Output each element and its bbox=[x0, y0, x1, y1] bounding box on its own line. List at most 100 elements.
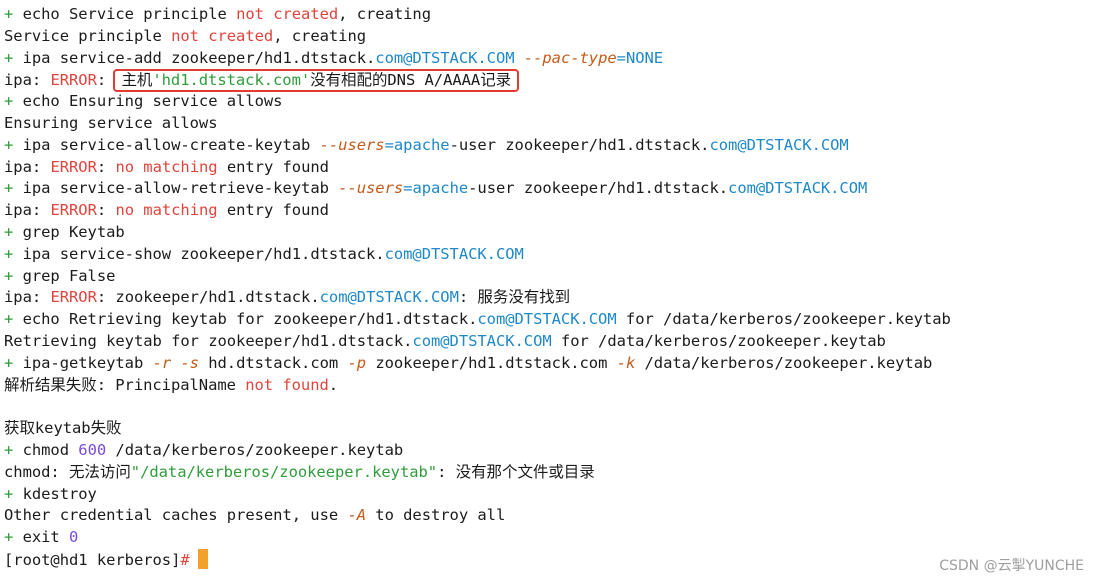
terminal-text: ipa service-allow-create-keytab bbox=[22, 135, 320, 154]
terminal-line: chmod: 无法访问"/data/kerberos/zookeeper.key… bbox=[4, 462, 1094, 484]
terminal-text: 解析结果失败: PrincipalName bbox=[4, 375, 246, 394]
terminal-text: Retrieving keytab for zookeeper/hd1.dtst… bbox=[4, 331, 413, 350]
terminal-text: , creating bbox=[273, 26, 367, 45]
terminal-text: 获取keytab失败 bbox=[4, 419, 122, 438]
terminal-text: to destroy all bbox=[366, 506, 506, 525]
terminal-line: ipa: ERROR: 主机'hd1.dtstack.com'没有相配的DNS … bbox=[4, 69, 1094, 93]
terminal-line: Ensuring service allows bbox=[4, 113, 1094, 135]
terminal-text: ipa-getkeytab bbox=[22, 353, 153, 372]
terminal-text: /data/kerberos/zookeeper.keytab bbox=[106, 440, 404, 459]
terminal-text: exit bbox=[22, 528, 69, 547]
terminal-text: 主机 bbox=[121, 71, 153, 90]
terminal-text: + bbox=[4, 48, 23, 67]
terminal-text: Ensuring service allows bbox=[4, 113, 218, 132]
terminal-text: : 没有那个文件或目录 bbox=[437, 462, 595, 481]
terminal-text: com@DTSTACK.COM bbox=[709, 135, 849, 154]
terminal-text: com@DTSTACK.COM bbox=[412, 331, 552, 350]
terminal-text: echo Retrieving keytab for zookeeper/hd1… bbox=[22, 310, 478, 329]
terminal-text: com@DTSTACK.COM bbox=[728, 179, 868, 198]
terminal-text: grep False bbox=[22, 266, 116, 285]
terminal-line: ipa: ERROR: zookeeper/hd1.dtstack.com@DT… bbox=[4, 287, 1094, 309]
shell-prompt: [root@hd1 kerberos]# bbox=[4, 548, 1094, 571]
terminal-text: =apache bbox=[384, 135, 450, 154]
terminal-text: --users bbox=[338, 179, 404, 198]
terminal-text: =NONE bbox=[616, 48, 664, 67]
terminal-line: 获取keytab失败 bbox=[4, 418, 1094, 440]
terminal-text: + bbox=[4, 353, 23, 372]
terminal-text: no matching bbox=[115, 157, 218, 176]
terminal-text: Other credential caches present, use bbox=[4, 506, 348, 525]
terminal-line: + echo Retrieving keytab for zookeeper/h… bbox=[4, 309, 1094, 331]
terminal-text: : bbox=[96, 157, 116, 176]
terminal-text: + bbox=[4, 266, 23, 285]
terminal-text: entry found bbox=[217, 201, 329, 220]
terminal-text: -A bbox=[347, 506, 367, 525]
terminal-line: + ipa service-add zookeeper/hd1.dtstack.… bbox=[4, 48, 1094, 70]
terminal-text: # bbox=[180, 550, 190, 569]
terminal-text: : bbox=[96, 201, 116, 220]
terminal-text: ERROR bbox=[50, 201, 97, 220]
terminal-text: -k bbox=[616, 353, 636, 372]
terminal-text: -r -s bbox=[152, 353, 199, 372]
terminal-line: + kdestroy bbox=[4, 484, 1094, 506]
terminal-line: + ipa service-allow-create-keytab --user… bbox=[4, 135, 1094, 157]
terminal-text: : bbox=[31, 71, 51, 90]
terminal-text: not found bbox=[245, 375, 329, 394]
terminal-line: Service principle not created, creating bbox=[4, 26, 1094, 48]
terminal-text: + bbox=[4, 484, 23, 503]
terminal-text: for /data/kerberos/zookeeper.keytab bbox=[551, 331, 886, 350]
terminal-text: ERROR bbox=[50, 288, 97, 307]
terminal-text: + bbox=[4, 244, 23, 263]
terminal-line: + ipa-getkeytab -r -s hd.dtstack.com -p … bbox=[4, 353, 1094, 375]
terminal-text: chmod: 无法访问 bbox=[4, 462, 131, 481]
terminal-text: 0 bbox=[69, 528, 79, 547]
terminal-text: com@DTSTACK.COM bbox=[319, 288, 459, 307]
terminal-text: [root@hd1 kerberos] bbox=[4, 550, 181, 569]
highlight-box: 主机'hd1.dtstack.com'没有相配的DNS A/AAAA记录 bbox=[113, 69, 520, 93]
terminal-text: Service principle bbox=[4, 26, 172, 45]
terminal-text: + bbox=[4, 135, 23, 154]
terminal-text: ipa bbox=[4, 157, 32, 176]
terminal-text: echo Ensuring service allows bbox=[22, 92, 283, 111]
terminal-window[interactable]: + echo Service principle not created, cr… bbox=[0, 0, 1098, 583]
terminal-text: + bbox=[4, 310, 23, 329]
terminal-text: com@DTSTACK.COM bbox=[375, 48, 515, 67]
terminal-text: : 服务没有找到 bbox=[458, 288, 571, 307]
terminal-text: + bbox=[4, 92, 23, 111]
terminal-text: =apache bbox=[403, 179, 469, 198]
terminal-line: 解析结果失败: PrincipalName not found. bbox=[4, 375, 1094, 397]
terminal-text: , creating bbox=[338, 5, 431, 23]
terminal-text: --users bbox=[319, 135, 385, 154]
terminal-text: not created bbox=[171, 26, 274, 45]
terminal-text: ipa service-show zookeeper/hd1.dtstack. bbox=[22, 244, 385, 263]
terminal-text: -user zookeeper/hd1.dtstack. bbox=[449, 135, 710, 154]
terminal-text: . bbox=[328, 375, 339, 394]
terminal-line: + echo Ensuring service allows bbox=[4, 91, 1094, 113]
terminal-line: Other credential caches present, use -A … bbox=[4, 505, 1094, 527]
terminal-text: entry found bbox=[217, 157, 329, 176]
terminal-line: + grep Keytab bbox=[4, 222, 1094, 244]
terminal-text: ipa bbox=[4, 288, 32, 307]
terminal-text: 'hd1.dtstack.com' bbox=[152, 71, 311, 90]
terminal-line: + ipa service-show zookeeper/hd1.dtstack… bbox=[4, 244, 1094, 266]
terminal-text: com@DTSTACK.COM bbox=[384, 244, 524, 263]
terminal-text: /data/kerberos/zookeeper.keytab bbox=[635, 353, 933, 372]
terminal-line: + chmod 600 /data/kerberos/zookeeper.key… bbox=[4, 440, 1094, 462]
terminal-text: --pac-type bbox=[523, 48, 617, 67]
terminal-line: + echo Service principle not created, cr… bbox=[4, 4, 1094, 26]
terminal-text: 600 bbox=[78, 440, 107, 459]
terminal-text: grep Keytab bbox=[22, 222, 125, 241]
cursor bbox=[197, 548, 208, 569]
terminal-text: chmod bbox=[22, 440, 79, 459]
terminal-text: com@DTSTACK.COM bbox=[477, 310, 617, 329]
terminal-line: Retrieving keytab for zookeeper/hd1.dtst… bbox=[4, 331, 1094, 353]
watermark: CSDN @云掣YUNCHE bbox=[939, 558, 1084, 574]
terminal-line: + grep False bbox=[4, 266, 1094, 288]
terminal-text: zookeeper/hd1.dtstack.com bbox=[366, 353, 617, 372]
terminal-text: not created bbox=[236, 5, 339, 23]
terminal-text: hd.dtstack.com bbox=[198, 353, 348, 372]
terminal-text: for /data/kerberos/zookeeper.keytab bbox=[616, 310, 951, 329]
terminal-text: : bbox=[31, 288, 51, 307]
